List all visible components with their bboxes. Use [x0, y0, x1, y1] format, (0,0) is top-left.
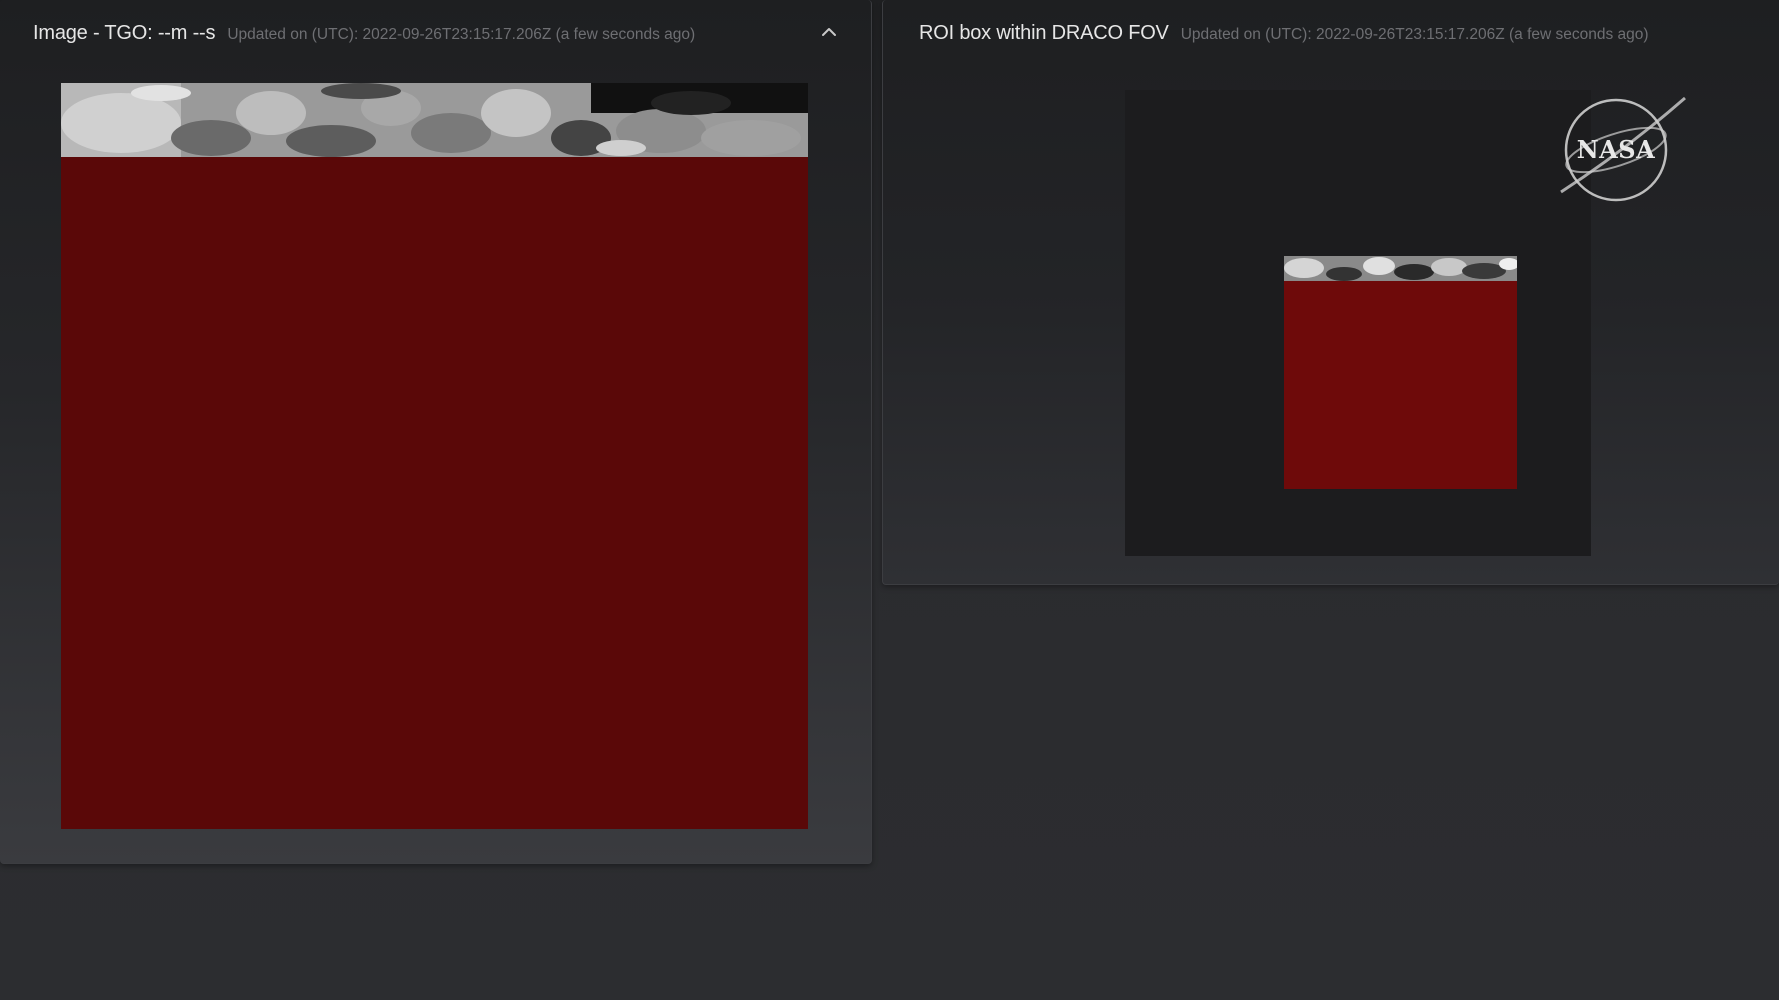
roi-panel-updated-timestamp: Updated on (UTC): 2022-09-26T23:15:17.20…: [1180, 26, 1649, 43]
collapse-panel-button[interactable]: [817, 20, 841, 44]
mission-dashboard: Image - TGO: --m --s Updated on (UTC): 2…: [0, 0, 1779, 1000]
roi-surface-image-strip: [1284, 256, 1517, 281]
missing-image-data-region: [61, 157, 808, 829]
spacecraft-image-viewport: [61, 83, 808, 829]
roi-box: [1284, 256, 1517, 489]
roi-panel-title: ROI box within DRACO FOV: [919, 22, 1169, 44]
nasa-meatball-icon: NASA: [1560, 96, 1686, 202]
image-panel: Image - TGO: --m --s Updated on (UTC): 2…: [0, 0, 872, 864]
roi-panel-header: ROI box within DRACO FOV Updated on (UTC…: [919, 22, 1739, 50]
chevron-up-icon: [822, 28, 836, 36]
image-panel-updated-timestamp: Updated on (UTC): 2022-09-26T23:15:17.20…: [227, 26, 696, 43]
image-panel-header: Image - TGO: --m --s Updated on (UTC): 2…: [33, 22, 831, 50]
asteroid-surface-image-strip: [61, 83, 808, 157]
image-panel-title: Image - TGO: --m --s: [33, 22, 216, 44]
draco-fov-frame: [1125, 90, 1591, 556]
nasa-logo-text: NASA: [1577, 135, 1656, 164]
roi-panel: ROI box within DRACO FOV Updated on (UTC…: [882, 0, 1779, 585]
